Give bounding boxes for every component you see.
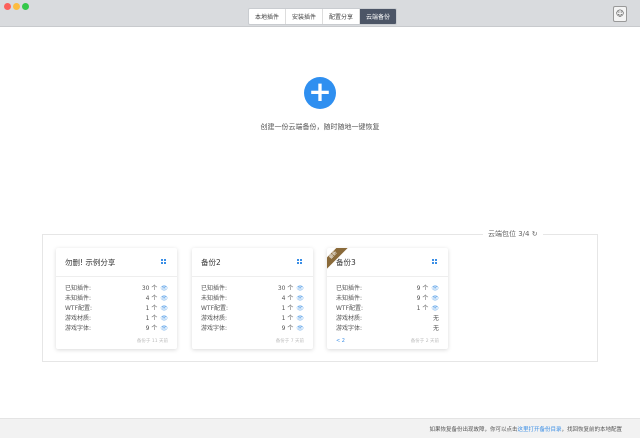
eye-icon[interactable]: 👁 (160, 305, 168, 312)
stat-row: 已知插件: 30 个 👁 (201, 284, 304, 294)
tab-local-plugins[interactable]: 本地插件 (249, 9, 287, 24)
stat-label: 未知插件: (201, 295, 228, 302)
stat-value: 1 个 (281, 305, 294, 312)
divider (192, 276, 313, 277)
create-backup-button[interactable]: + (304, 77, 336, 109)
tab-cloud-backup[interactable]: 云端备份 (360, 9, 397, 24)
grid-icon[interactable] (432, 259, 437, 264)
plus-icon: + (308, 75, 332, 108)
user-avatar[interactable]: ☺ (613, 6, 627, 22)
open-backup-folder-link[interactable]: 这里打开备份目录 (517, 427, 561, 433)
stat-value: 无 (432, 315, 439, 322)
stat-label: 游戏材质: (65, 315, 92, 322)
backup-time: 备份于 2 天前 (410, 339, 439, 344)
stat-value: 1 个 (281, 315, 294, 322)
eye-icon[interactable]: 👁 (431, 285, 439, 292)
eye-icon[interactable]: 👁 (160, 295, 168, 302)
maximize-window-button[interactable] (22, 3, 29, 10)
backup-card[interactable]: 最新 备份3 已知插件: 9 个 👁 未知插件: 9 个 👁 WTF配置: 1 个 👁 游戏材质: 无… (327, 248, 448, 349)
stat-row: 未知插件: 4 个 👁 (65, 294, 168, 304)
tab-install-plugins[interactable]: 安装插件 (286, 9, 324, 24)
stat-row: WTF配置: 1 个 👁 (336, 304, 439, 314)
eye-icon[interactable]: 👁 (296, 325, 304, 332)
stat-value: 无 (432, 325, 439, 332)
stat-label: 已知插件: (201, 285, 228, 292)
stat-label: WTF配置: (65, 305, 93, 312)
stat-label: 游戏材质: (201, 315, 228, 322)
stat-row: 未知插件: 9 个 👁 (336, 294, 439, 304)
backup-time: 备份于 7 天前 (275, 339, 304, 344)
backup-title: 备份2 (201, 258, 221, 267)
footer-hint: 如果恢复备份出现故障，你可以点击这里打开备份目录，找回恢复前的本地配置 (429, 425, 622, 433)
footer-bar: 如果恢复备份出现故障，你可以点击这里打开备份目录，找回恢复前的本地配置 (0, 418, 640, 438)
divider (56, 276, 177, 277)
stat-label: 游戏字体: (201, 325, 228, 332)
stat-value: 9 个 (416, 295, 429, 302)
stat-value: 1 个 (145, 315, 158, 322)
stat-label: 游戏字体: (336, 325, 363, 332)
stat-label: 游戏字体: (65, 325, 92, 332)
stat-row: 游戏字体: 无 (336, 324, 439, 334)
stat-value: 9 个 (416, 285, 429, 292)
eye-icon[interactable]: 👁 (296, 315, 304, 322)
stat-label: WTF配置: (336, 305, 364, 312)
backup-card[interactable]: 备份2 已知插件: 30 个 👁 未知插件: 4 个 👁 WTF配置: 1 个 👁 游戏材质: 1 … (192, 248, 313, 349)
stat-label: 游戏材质: (336, 315, 363, 322)
stat-row: WTF配置: 1 个 👁 (65, 304, 168, 314)
stat-value: 4 个 (145, 295, 158, 302)
stat-value: 9 个 (281, 325, 294, 332)
stat-row: 已知插件: 9 个 👁 (336, 284, 439, 294)
footer-text-after: ，找回恢复前的本地配置 (561, 427, 622, 433)
stat-label: 已知插件: (65, 285, 92, 292)
backup-time: 备份于 11 天前 (136, 339, 168, 344)
stat-label: 未知插件: (65, 295, 92, 302)
eye-icon[interactable]: 👁 (160, 315, 168, 322)
eye-icon[interactable]: 👁 (160, 325, 168, 332)
stat-row: WTF配置: 1 个 👁 (201, 304, 304, 314)
main-tabs: 本地插件 安装插件 配置分享 云端备份 (248, 8, 398, 25)
close-window-button[interactable] (4, 3, 11, 10)
stat-value: 1 个 (145, 305, 158, 312)
quota-text: 云端包位 3/4 (488, 230, 530, 238)
stat-row: 游戏字体: 9 个 👁 (65, 324, 168, 334)
cloud-quota: 云端包位 3/4 ↻ (483, 229, 543, 239)
tab-config-share[interactable]: 配置分享 (323, 9, 361, 24)
stat-row: 游戏材质: 1 个 👁 (65, 314, 168, 324)
eye-icon[interactable]: 👁 (296, 285, 304, 292)
stat-value: 4 个 (281, 295, 294, 302)
stat-label: WTF配置: (201, 305, 229, 312)
stat-row: 游戏字体: 9 个 👁 (201, 324, 304, 334)
minimize-window-button[interactable] (13, 3, 20, 10)
stat-row: 游戏材质: 1 个 👁 (201, 314, 304, 324)
backup-title: 备份3 (336, 258, 356, 267)
title-bar: 本地插件 安装插件 配置分享 云端备份 ☺ (0, 0, 640, 27)
eye-icon[interactable]: 👁 (296, 305, 304, 312)
stat-row: 已知插件: 30 个 👁 (65, 284, 168, 294)
grid-icon[interactable] (297, 259, 302, 264)
eye-icon[interactable]: 👁 (160, 285, 168, 292)
stat-row: 游戏材质: 无 (336, 314, 439, 324)
share-count[interactable]: < 2 (336, 338, 345, 344)
backup-card[interactable]: 勿删! 示例分享 已知插件: 30 个 👁 未知插件: 4 个 👁 WTF配置: 1 个 👁 游戏… (56, 248, 177, 349)
stat-row: 未知插件: 4 个 👁 (201, 294, 304, 304)
create-backup-hint: 创建一份云端备份，随时随地一键恢复 (260, 123, 380, 131)
footer-text-before: 如果恢复备份出现故障，你可以点击 (429, 427, 518, 433)
stat-value: 30 个 (277, 285, 294, 292)
grid-icon[interactable] (161, 259, 166, 264)
stat-value: 1 个 (416, 305, 429, 312)
eye-icon[interactable]: 👁 (431, 295, 439, 302)
stat-label: 已知插件: (336, 285, 363, 292)
eye-icon[interactable]: 👁 (431, 305, 439, 312)
refresh-icon[interactable]: ↻ (532, 230, 538, 238)
stat-value: 30 个 (141, 285, 158, 292)
divider (327, 276, 448, 277)
stat-value: 9 个 (145, 325, 158, 332)
stat-label: 未知插件: (336, 295, 363, 302)
eye-icon[interactable]: 👁 (296, 295, 304, 302)
backup-title: 勿删! 示例分享 (65, 258, 116, 267)
